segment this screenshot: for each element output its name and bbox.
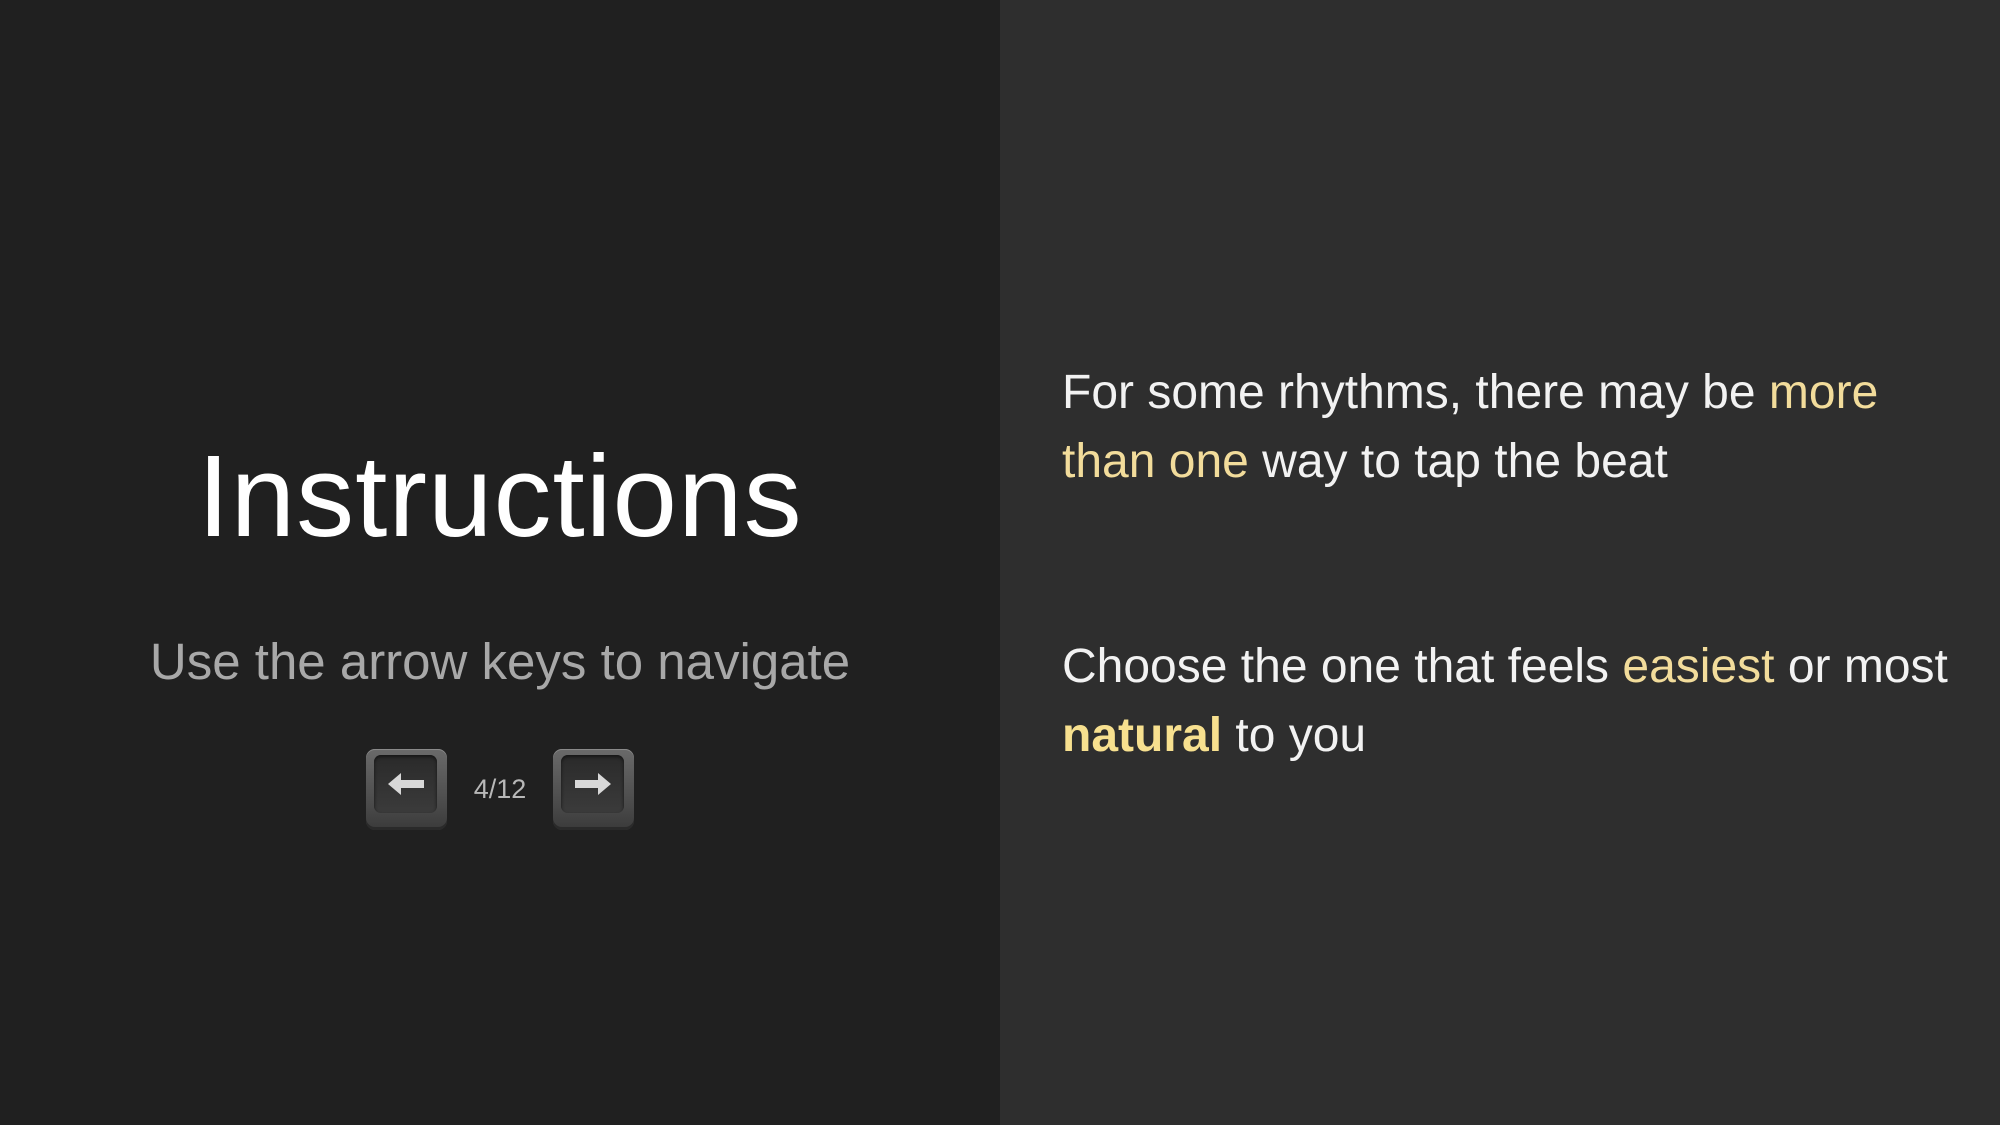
instruction-text-choose-natural: Choose the one that feels easiest or mos… bbox=[1062, 632, 1962, 770]
left-panel: Instructions Use the arrow keys to navig… bbox=[0, 0, 1000, 1125]
instruction-text-multiple-ways: For some rhythms, there may be more than… bbox=[1062, 358, 1962, 496]
right-arrow-key-icon bbox=[561, 755, 624, 813]
paragraph-text: to you bbox=[1222, 709, 1367, 762]
paragraph-text: For some rhythms, there may be bbox=[1062, 366, 1769, 419]
next-page-button[interactable] bbox=[553, 749, 634, 830]
left-arrow-key-icon bbox=[374, 755, 437, 813]
right-panel bbox=[1000, 0, 2000, 1125]
paragraph-text: way to tap the beat bbox=[1248, 435, 1668, 488]
navigation-hint: Use the arrow keys to navigate bbox=[149, 633, 851, 690]
page-title: Instructions bbox=[197, 431, 803, 561]
instructions-page: Instructions Use the arrow keys to navig… bbox=[0, 0, 2000, 1125]
previous-page-button[interactable] bbox=[366, 749, 447, 830]
page-indicator: 4/12 bbox=[473, 774, 527, 804]
paragraph-text: Choose the one that feels bbox=[1062, 640, 1623, 693]
paragraph-text: or most bbox=[1774, 640, 1948, 693]
pagination-controls: 4/12 bbox=[366, 749, 634, 830]
highlighted-word-easiest: easiest bbox=[1622, 640, 1775, 693]
highlighted-word-natural: natural bbox=[1062, 709, 1223, 762]
